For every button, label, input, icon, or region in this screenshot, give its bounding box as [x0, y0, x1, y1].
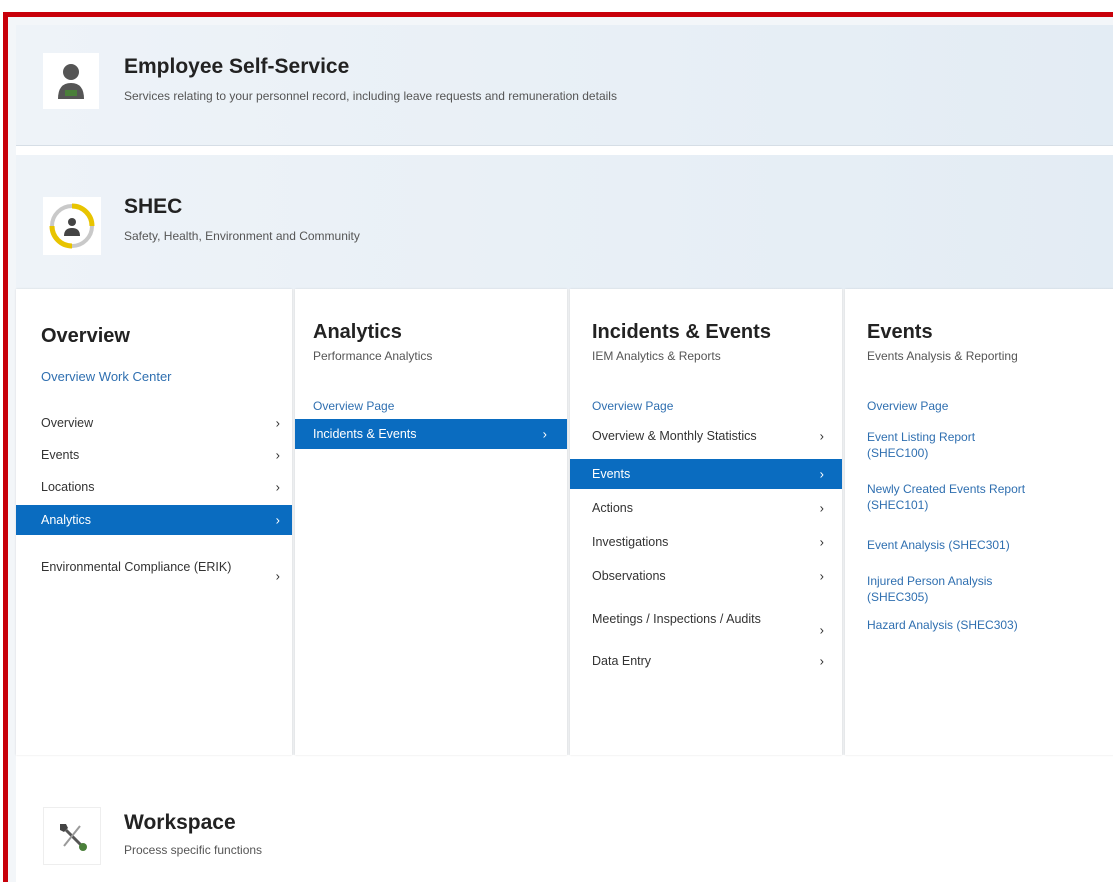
item-label: Overview & Monthly Statistics — [592, 429, 757, 443]
item-label: Overview — [41, 416, 94, 430]
item-label: Observations — [592, 569, 666, 583]
column-title: Overview — [41, 325, 130, 347]
chevron-right-icon: › — [819, 568, 824, 584]
menu-column-events: Events Events Analysis & Reporting Overv… — [845, 289, 1113, 755]
menu-item-events[interactable]: Events › — [16, 441, 292, 469]
item-label: Meetings / Inspections / Audits — [592, 612, 761, 626]
chevron-right-icon: › — [542, 426, 547, 442]
chevron-right-icon: › — [275, 568, 280, 584]
overview-work-center-link[interactable]: Overview Work Center — [41, 369, 172, 384]
chevron-right-icon: › — [275, 415, 280, 431]
chevron-right-icon: › — [819, 653, 824, 669]
tools-icon — [43, 807, 101, 865]
column-description: IEM Analytics & Reports — [592, 349, 721, 363]
chevron-right-icon: › — [275, 479, 280, 495]
tile-title: Employee Self-Service — [124, 55, 350, 78]
highlight-frame: Employee Self-Service Services relating … — [3, 12, 1113, 893]
menu-column-overview: Overview Overview Work Center Overview ›… — [16, 289, 292, 755]
column-description: Performance Analytics — [313, 349, 433, 363]
menu-item-overview[interactable]: Overview › — [16, 409, 292, 437]
menu-item-actions[interactable]: Actions › — [570, 493, 842, 523]
person-icon — [43, 53, 99, 109]
item-label: Incidents & Events — [313, 427, 417, 441]
chevron-right-icon: › — [819, 622, 824, 638]
tile-subtitle: Services relating to your personnel reco… — [124, 89, 617, 103]
chevron-right-icon: › — [275, 512, 280, 528]
menu-item-incidents-events[interactable]: Incidents & Events › — [295, 419, 567, 449]
menu-column-analytics: Analytics Performance Analytics Overview… — [295, 289, 567, 755]
menu-item-environmental-compliance[interactable]: Environmental Compliance (ERIK) › — [16, 545, 292, 589]
tile-title: SHEC — [124, 195, 183, 218]
chevron-right-icon: › — [275, 447, 280, 463]
report-link-shec305[interactable]: Injured Person Analysis (SHEC305) — [867, 573, 1057, 605]
chevron-right-icon: › — [819, 500, 824, 516]
item-label: Locations — [41, 480, 95, 494]
report-link-shec303[interactable]: Hazard Analysis (SHEC303) — [867, 617, 1097, 633]
chevron-right-icon: › — [819, 534, 824, 550]
menu-item-observations[interactable]: Observations › — [570, 561, 842, 591]
item-label: Events — [592, 467, 631, 481]
report-link-shec101[interactable]: Newly Created Events Report (SHEC101) — [867, 481, 1087, 513]
chevron-right-icon: › — [819, 466, 824, 482]
tile-subtitle: Safety, Health, Environment and Communit… — [124, 229, 360, 243]
column-description: Events Analysis & Reporting — [867, 349, 1018, 363]
item-label: Investigations — [592, 535, 669, 549]
launchpad: Employee Self-Service Services relating … — [16, 25, 1113, 893]
report-link-shec100[interactable]: Event Listing Report (SHEC100) — [867, 429, 1037, 461]
overview-page-link[interactable]: Overview Page — [313, 399, 394, 413]
menu-item-analytics[interactable]: Analytics › — [16, 505, 292, 535]
item-label: Actions — [592, 501, 633, 515]
column-title: Incidents & Events — [592, 321, 771, 343]
menu-item-locations[interactable]: Locations › — [16, 473, 292, 501]
report-link-shec301[interactable]: Event Analysis (SHEC301) — [867, 537, 1097, 553]
tile-title: Workspace — [124, 811, 236, 834]
column-title: Analytics — [313, 321, 402, 343]
item-label: Events — [41, 448, 80, 462]
menu-column-incidents-events: Incidents & Events IEM Analytics & Repor… — [570, 289, 842, 755]
item-label: Environmental Compliance (ERIK) — [41, 560, 232, 574]
menu-item-meetings-inspections-audits[interactable]: Meetings / Inspections / Audits › — [570, 597, 842, 641]
item-label: Data Entry — [592, 654, 652, 668]
chevron-right-icon: › — [819, 428, 824, 444]
menu-item-events[interactable]: Events › — [570, 459, 842, 489]
tile-shec[interactable]: SHEC Safety, Health, Environment and Com… — [16, 155, 1113, 290]
shec-menu: Overview Overview Work Center Overview ›… — [16, 289, 1113, 755]
tile-employee-self-service[interactable]: Employee Self-Service Services relating … — [16, 25, 1113, 146]
overview-page-link[interactable]: Overview Page — [867, 399, 948, 413]
menu-item-data-entry[interactable]: Data Entry › — [570, 647, 842, 675]
overview-page-link[interactable]: Overview Page — [592, 399, 673, 413]
tile-workspace[interactable]: Workspace Process specific functions — [16, 763, 1113, 893]
column-title: Events — [867, 321, 933, 343]
menu-item-overview-monthly-statistics[interactable]: Overview & Monthly Statistics › — [570, 422, 842, 450]
menu-item-investigations[interactable]: Investigations › — [570, 527, 842, 557]
shec-logo-icon — [43, 197, 101, 255]
tile-subtitle: Process specific functions — [124, 843, 263, 857]
item-label: Analytics — [41, 513, 92, 527]
